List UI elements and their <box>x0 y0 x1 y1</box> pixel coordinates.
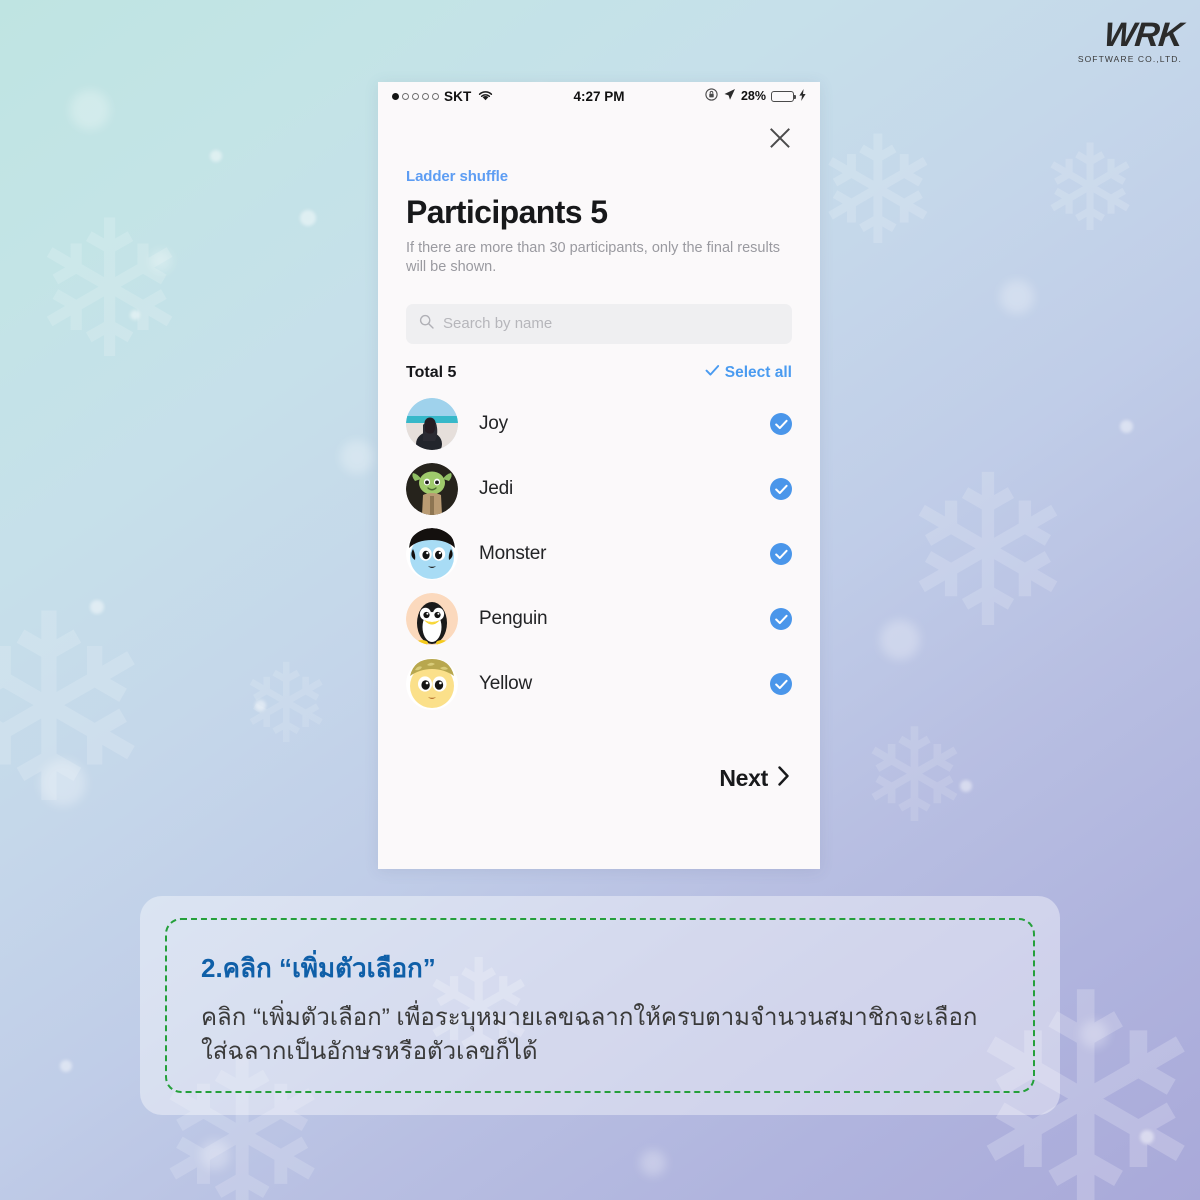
close-icon[interactable] <box>764 122 796 154</box>
search-section <box>378 278 820 344</box>
participant-name: Monster <box>479 543 547 565</box>
photo-beach-portrait-avatar <box>406 398 458 451</box>
check-circle-icon[interactable] <box>770 608 792 631</box>
participant-name: Yellow <box>479 673 533 695</box>
brand-logo-subtitle: SOFTWARE CO.,LTD. <box>1077 54 1182 64</box>
status-bar: SKT 4:27 PM 28% <box>378 82 820 110</box>
list-header: Total 5 Select all <box>378 344 820 382</box>
caption-card: 2.คลิก “เพิ่มตัวเลือก” คลิก “เพิ่มตัวเลื… <box>140 896 1060 1115</box>
yellow-face-avatar <box>406 658 458 711</box>
check-circle-icon[interactable] <box>770 413 792 436</box>
snowflake-icon: ❄ <box>0 566 158 856</box>
yoda-avatar <box>406 463 458 516</box>
battery-icon <box>771 90 796 102</box>
select-all-label: Select all <box>724 363 792 381</box>
blue-monster-avatar <box>406 528 458 581</box>
battery-percent-label: 28% <box>740 89 766 103</box>
brand-logo: WRK SOFTWARE CO.,LTD. <box>1077 16 1184 64</box>
check-circle-icon[interactable] <box>770 478 792 501</box>
charging-bolt-icon <box>799 88 806 104</box>
ladder-shuffle-link[interactable]: Ladder shuffle <box>406 168 792 185</box>
caption-title: 2.คลิก “เพิ่มตัวเลือก” <box>201 953 436 983</box>
check-icon <box>705 364 720 382</box>
phone-screenshot: SKT 4:27 PM 28% Ladder shuffle Participa… <box>378 82 820 869</box>
wifi-icon <box>478 89 493 104</box>
signal-dots-icon <box>392 92 439 100</box>
snowflake-icon: ❄ <box>815 107 941 275</box>
snowflake-icon: ❄ <box>30 185 190 397</box>
caption-line-2: ใส่ฉลากเป็นอักษรหรือตัวเลขก็ได้ <box>201 1038 538 1066</box>
caption-dashed-border: 2.คลิก “เพิ่มตัวเลือก” คลิก “เพิ่มตัวเลื… <box>165 918 1035 1093</box>
screen-header: Ladder shuffle Participants 5 If there a… <box>378 154 820 278</box>
snowflake-icon: ❄ <box>900 435 1076 670</box>
participant-row-joy[interactable]: Joy <box>406 392 792 457</box>
snowflake-icon: ❄ <box>860 703 969 849</box>
participant-row-penguin[interactable]: Penguin <box>406 587 792 652</box>
search-input[interactable] <box>443 315 779 333</box>
poster-canvas: ❄ ❄ ❄ ❄ ❄ ❄ ❄ ❄ ❄ ❄ WRK SOFTWARE CO.,LTD… <box>0 0 1200 1200</box>
location-arrow-icon <box>723 88 736 104</box>
snowflake-icon: ❄ <box>1040 122 1141 256</box>
page-title: Participants 5 <box>406 194 608 230</box>
chevron-right-icon <box>777 765 790 792</box>
status-bar-right: 28% <box>705 88 806 104</box>
search-icon <box>419 314 434 334</box>
penguin-avatar <box>406 593 458 646</box>
participant-name: Jedi <box>479 478 514 500</box>
rotation-lock-icon <box>705 88 718 104</box>
check-circle-icon[interactable] <box>770 543 792 566</box>
participant-name: Penguin <box>479 608 548 630</box>
snowflake-icon: ❄ <box>240 643 333 766</box>
search-box[interactable] <box>406 303 792 344</box>
footer-actions: Next <box>378 717 820 792</box>
next-button[interactable]: Next <box>719 765 790 792</box>
participant-name: Joy <box>479 413 508 435</box>
participant-row-yellow[interactable]: Yellow <box>406 652 792 717</box>
total-count-label: Total 5 <box>406 363 457 381</box>
brand-logo-mark: WRK <box>1101 16 1184 54</box>
caption-body: คลิก “เพิ่มตัวเลือก” เพื่อระบุหมายเลขฉลา… <box>201 1001 999 1069</box>
close-row <box>378 110 820 154</box>
participants-list: Joy Jedi Monster Penguin Yellow <box>378 382 820 717</box>
carrier-label: SKT <box>444 88 472 104</box>
select-all-button[interactable]: Select all <box>705 364 792 382</box>
participant-row-monster[interactable]: Monster <box>406 522 792 587</box>
caption-line-1: คลิก “เพิ่มตัวเลือก” เพื่อระบุหมายเลขฉลา… <box>201 1004 978 1031</box>
page-subtitle: If there are more than 30 participants, … <box>406 240 780 276</box>
participant-row-jedi[interactable]: Jedi <box>406 457 792 522</box>
check-circle-icon[interactable] <box>770 673 792 696</box>
status-bar-left: SKT <box>392 89 493 104</box>
next-button-label: Next <box>719 764 768 791</box>
